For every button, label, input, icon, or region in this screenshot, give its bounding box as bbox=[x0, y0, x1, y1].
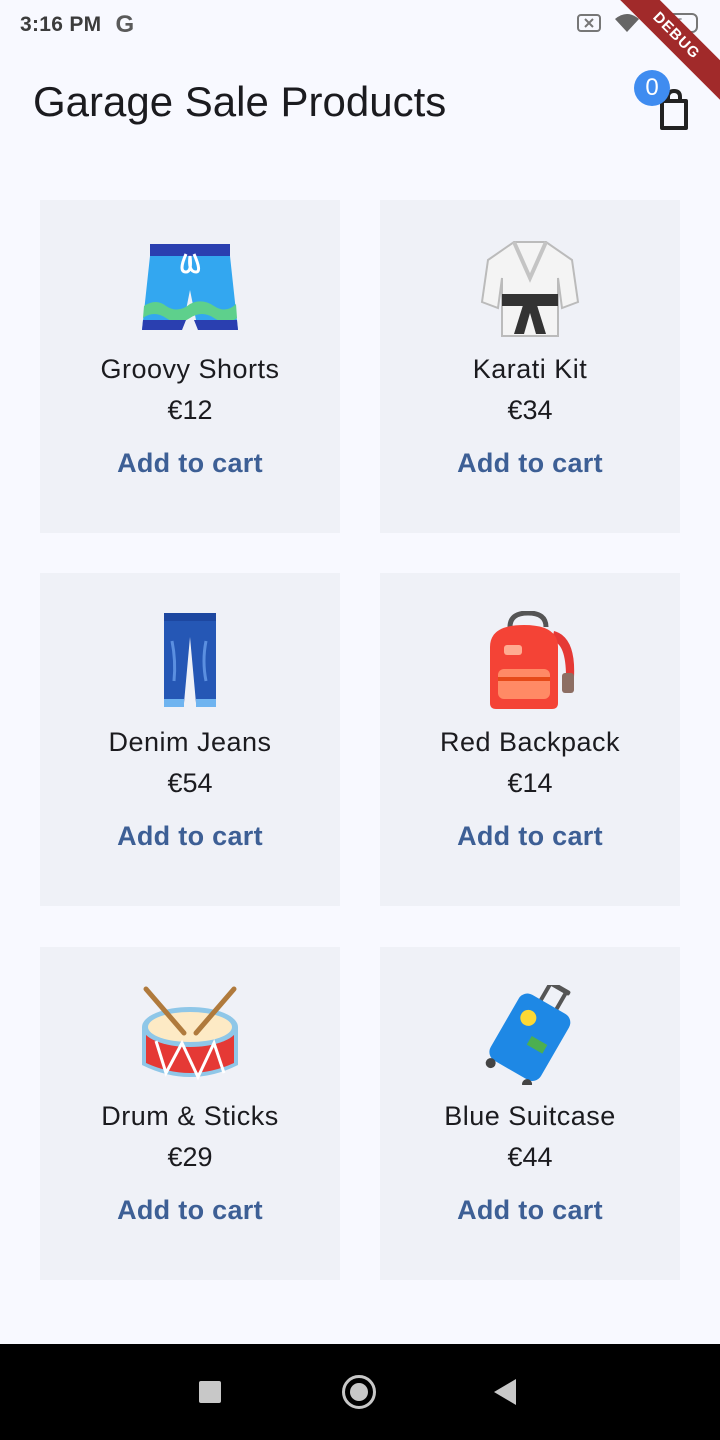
product-card: Groovy Shorts €12 Add to cart bbox=[40, 200, 340, 533]
product-name: Karati Kit bbox=[472, 354, 588, 384]
no-sim-icon bbox=[577, 14, 601, 32]
product-card: Drum & Sticks €29 Add to cart bbox=[40, 947, 340, 1280]
product-card: Red Backpack €14 Add to cart bbox=[380, 573, 680, 906]
product-card: Blue Suitcase €44 Add to cart bbox=[380, 947, 680, 1280]
product-name: Drum & Sticks bbox=[101, 1101, 279, 1131]
product-card: Karati Kit €34 Add to cart bbox=[380, 200, 680, 533]
product-price: €34 bbox=[507, 395, 553, 425]
suitcase-icon bbox=[480, 985, 580, 1085]
add-to-cart-button[interactable]: Add to cart bbox=[117, 821, 263, 852]
product-price: €54 bbox=[167, 768, 213, 798]
status-time: 3:16 PM bbox=[20, 13, 102, 36]
home-button[interactable] bbox=[342, 1375, 376, 1409]
product-price: €14 bbox=[507, 768, 553, 798]
backpack-icon bbox=[480, 611, 580, 711]
jeans-icon bbox=[140, 611, 240, 711]
product-name: Blue Suitcase bbox=[444, 1101, 616, 1131]
page-title: Garage Sale Products bbox=[33, 78, 447, 125]
product-price: €29 bbox=[167, 1142, 213, 1172]
app-bar: Garage Sale Products 0 bbox=[0, 56, 720, 152]
martial-arts-uniform-icon bbox=[480, 238, 580, 338]
cart-button[interactable]: 0 bbox=[634, 70, 698, 132]
back-button[interactable] bbox=[494, 1379, 516, 1405]
shorts-icon bbox=[140, 238, 240, 338]
product-price: €44 bbox=[507, 1142, 553, 1172]
google-icon: G bbox=[115, 11, 135, 38]
recents-button[interactable] bbox=[199, 1381, 221, 1403]
product-name: Red Backpack bbox=[439, 727, 621, 757]
drum-icon bbox=[140, 985, 240, 1085]
system-navigation-bar bbox=[0, 1344, 720, 1440]
add-to-cart-button[interactable]: Add to cart bbox=[117, 1195, 263, 1226]
add-to-cart-button[interactable]: Add to cart bbox=[457, 821, 603, 852]
add-to-cart-button[interactable]: Add to cart bbox=[457, 448, 603, 479]
cart-count-badge: 0 bbox=[634, 70, 670, 106]
product-card: Denim Jeans €54 Add to cart bbox=[40, 573, 340, 906]
product-name: Groovy Shorts bbox=[100, 354, 280, 384]
add-to-cart-button[interactable]: Add to cart bbox=[117, 448, 263, 479]
product-name: Denim Jeans bbox=[108, 727, 272, 757]
add-to-cart-button[interactable]: Add to cart bbox=[457, 1195, 603, 1226]
product-price: €12 bbox=[167, 395, 213, 425]
status-bar: 3:16 PM G 55 bbox=[0, 0, 720, 50]
